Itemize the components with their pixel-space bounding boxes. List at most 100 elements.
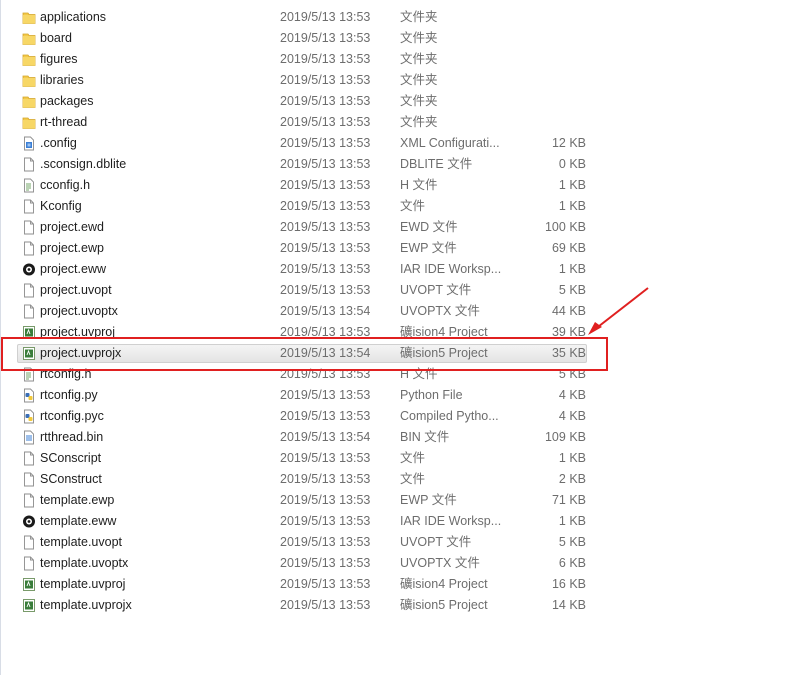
file-row[interactable]: rtthread.bin 2019/5/13 13:54 BIN 文件 109 … (0, 427, 798, 448)
file-type: 礦ision5 Project (400, 598, 488, 612)
file-modified-date: 2019/5/13 13:53 (280, 409, 371, 423)
file-modified-date: 2019/5/13 13:53 (280, 577, 371, 591)
folder-icon (22, 75, 36, 87)
folder-icon (22, 117, 36, 129)
file-name[interactable]: template.ewp (40, 490, 114, 511)
blank-file-icon (24, 199, 34, 214)
file-size: 71 KB (551, 493, 586, 507)
file-row[interactable]: project.ewp 2019/5/13 13:53 EWP 文件 69 KB (0, 238, 798, 259)
file-modified-date: 2019/5/13 13:53 (280, 598, 371, 612)
file-name[interactable]: .sconsign.dblite (40, 154, 126, 175)
file-size: 5 KB (558, 535, 586, 549)
file-size: 5 KB (558, 283, 586, 297)
blank-file-icon (24, 556, 34, 571)
file-name[interactable]: rtthread.bin (40, 427, 103, 448)
file-type: 文件夹 (400, 115, 438, 129)
file-name[interactable]: project.eww (40, 259, 106, 280)
file-row[interactable]: template.uvproj 2019/5/13 13:53 礦ision4 … (0, 574, 798, 595)
file-row[interactable]: figures 2019/5/13 13:53 文件夹 (0, 49, 798, 70)
file-type: 文件 (400, 199, 426, 213)
file-name[interactable]: packages (40, 91, 94, 112)
file-row[interactable]: .sconsign.dblite 2019/5/13 13:53 DBLITE … (0, 154, 798, 175)
file-name[interactable]: project.uvopt (40, 280, 112, 301)
file-name[interactable]: template.uvopt (40, 532, 122, 553)
blank-file-icon (24, 472, 34, 487)
file-type: 礦ision4 Project (400, 577, 488, 591)
file-row[interactable]: Kconfig 2019/5/13 13:53 文件 1 KB (0, 196, 798, 217)
blank-file-icon (24, 283, 34, 298)
file-name[interactable]: project.uvoptx (40, 301, 118, 322)
annotation-highlight-box (1, 337, 608, 371)
folder-icon (22, 54, 36, 66)
file-row[interactable]: rtconfig.pyc 2019/5/13 13:53 Compiled Py… (0, 406, 798, 427)
file-type: Compiled Pytho... (400, 409, 499, 423)
file-modified-date: 2019/5/13 13:53 (280, 136, 371, 150)
file-name[interactable]: rt-thread (40, 112, 87, 133)
file-name[interactable]: project.ewp (40, 238, 104, 259)
file-name[interactable]: libraries (40, 70, 84, 91)
file-row[interactable]: rtconfig.py 2019/5/13 13:53 Python File … (0, 385, 798, 406)
file-name[interactable]: .config (40, 133, 77, 154)
file-name[interactable]: template.uvoptx (40, 553, 128, 574)
file-name[interactable]: template.uvprojx (40, 595, 132, 616)
header-file-icon (24, 178, 34, 193)
file-name[interactable]: rtconfig.py (40, 385, 98, 406)
file-row[interactable]: project.ewd 2019/5/13 13:53 EWD 文件 100 K… (0, 217, 798, 238)
file-modified-date: 2019/5/13 13:53 (280, 556, 371, 570)
file-size: 14 KB (551, 598, 586, 612)
file-row[interactable]: libraries 2019/5/13 13:53 文件夹 (0, 70, 798, 91)
file-name[interactable]: figures (40, 49, 78, 70)
file-row[interactable]: rt-thread 2019/5/13 13:53 文件夹 (0, 112, 798, 133)
file-modified-date: 2019/5/13 13:53 (280, 157, 371, 171)
file-modified-date: 2019/5/13 13:53 (280, 115, 371, 129)
file-type: Python File (400, 388, 463, 402)
file-size: 1 KB (558, 451, 586, 465)
file-size: 4 KB (558, 388, 586, 402)
file-name[interactable]: template.uvproj (40, 574, 125, 595)
file-row[interactable]: SConscript 2019/5/13 13:53 文件 1 KB (0, 448, 798, 469)
file-size: 1 KB (558, 262, 586, 276)
file-modified-date: 2019/5/13 13:53 (280, 283, 371, 297)
file-modified-date: 2019/5/13 13:53 (280, 472, 371, 486)
annotation-arrow-shaft (593, 287, 649, 331)
file-row[interactable]: template.eww 2019/5/13 13:53 IAR IDE Wor… (0, 511, 798, 532)
file-type: UVOPTX 文件 (400, 556, 480, 570)
file-row[interactable]: template.uvprojx 2019/5/13 13:53 礦ision5… (0, 595, 798, 616)
file-type: 文件夹 (400, 52, 438, 66)
iar-workspace-icon (23, 515, 35, 528)
iar-workspace-icon (23, 263, 35, 276)
file-row[interactable]: SConstruct 2019/5/13 13:53 文件 2 KB (0, 469, 798, 490)
file-modified-date: 2019/5/13 13:53 (280, 241, 371, 255)
file-name[interactable]: applications (40, 7, 106, 28)
file-row[interactable]: packages 2019/5/13 13:53 文件夹 (0, 91, 798, 112)
file-modified-date: 2019/5/13 13:53 (280, 10, 371, 24)
file-name[interactable]: SConstruct (40, 469, 102, 490)
file-name[interactable]: cconfig.h (40, 175, 90, 196)
file-modified-date: 2019/5/13 13:53 (280, 31, 371, 45)
file-name[interactable]: Kconfig (40, 196, 82, 217)
file-row[interactable]: cconfig.h 2019/5/13 13:53 H 文件 1 KB (0, 175, 798, 196)
file-row[interactable]: template.ewp 2019/5/13 13:53 EWP 文件 71 K… (0, 490, 798, 511)
file-row[interactable]: template.uvopt 2019/5/13 13:53 UVOPT 文件 … (0, 532, 798, 553)
file-name[interactable]: project.ewd (40, 217, 104, 238)
file-name[interactable]: template.eww (40, 511, 116, 532)
file-modified-date: 2019/5/13 13:53 (280, 535, 371, 549)
file-modified-date: 2019/5/13 13:53 (280, 493, 371, 507)
file-modified-date: 2019/5/13 13:54 (280, 304, 371, 318)
file-size: 0 KB (558, 157, 586, 171)
file-row[interactable]: board 2019/5/13 13:53 文件夹 (0, 28, 798, 49)
file-row[interactable]: project.uvoptx 2019/5/13 13:54 UVOPTX 文件… (0, 301, 798, 322)
file-type: EWP 文件 (400, 493, 457, 507)
file-modified-date: 2019/5/13 13:53 (280, 52, 371, 66)
file-name[interactable]: board (40, 28, 72, 49)
file-modified-date: 2019/5/13 13:53 (280, 388, 371, 402)
keil-project-icon (23, 599, 35, 612)
file-row[interactable]: project.eww 2019/5/13 13:53 IAR IDE Work… (0, 259, 798, 280)
file-row[interactable]: .config 2019/5/13 13:53 XML Configurati.… (0, 133, 798, 154)
file-row[interactable]: template.uvoptx 2019/5/13 13:53 UVOPTX 文… (0, 553, 798, 574)
file-name[interactable]: SConscript (40, 448, 101, 469)
file-name[interactable]: rtconfig.pyc (40, 406, 104, 427)
file-row[interactable]: applications 2019/5/13 13:53 文件夹 (0, 7, 798, 28)
blank-file-icon (24, 241, 34, 256)
file-row[interactable]: project.uvopt 2019/5/13 13:53 UVOPT 文件 5… (0, 280, 798, 301)
